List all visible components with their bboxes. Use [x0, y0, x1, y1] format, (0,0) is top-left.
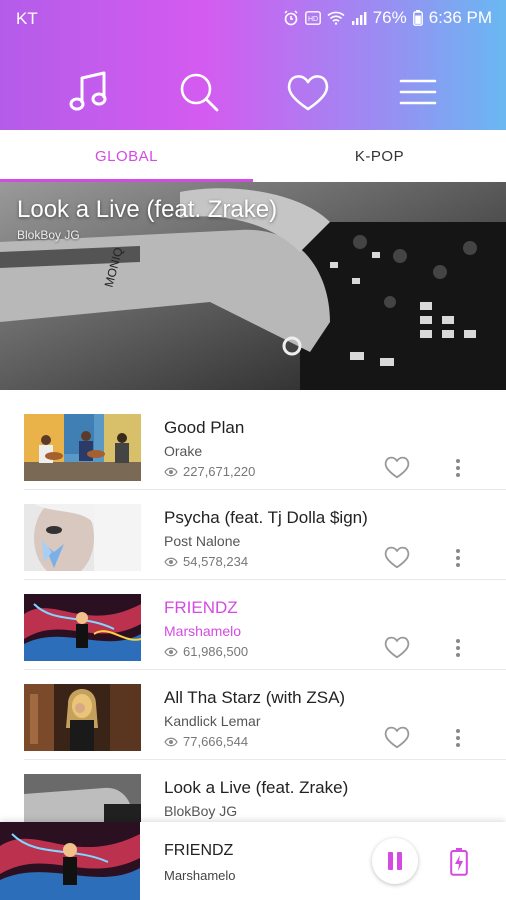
pause-button[interactable]	[372, 838, 418, 884]
top-navigation	[0, 64, 506, 120]
view-count: 54,578,234	[164, 554, 248, 569]
signal-icon	[351, 12, 367, 25]
battery-icon	[412, 10, 423, 26]
alarm-icon	[284, 10, 298, 26]
wifi-icon	[327, 11, 345, 25]
like-button[interactable]	[382, 542, 412, 572]
view-count-value: 77,666,544	[183, 734, 249, 749]
menu-icon	[399, 79, 437, 105]
song-title: Good Plan	[164, 418, 245, 437]
like-button[interactable]	[382, 452, 412, 482]
song-artist: Post Nalone	[164, 533, 241, 549]
app-header: KT HD 76% 6:36 PM	[0, 0, 506, 130]
battery-charge-icon	[450, 848, 468, 876]
eye-icon	[164, 647, 178, 656]
view-count-value: 54,578,234	[183, 554, 249, 569]
view-count-value: 61,986,500	[183, 644, 249, 659]
list-item[interactable]: All Tha Starz (with ZSA) Kandlick Lemar …	[0, 670, 506, 760]
song-artist: Orake	[164, 443, 203, 459]
featured-artist: BlokBoy JG	[17, 228, 80, 242]
like-button[interactable]	[382, 632, 412, 662]
more-options-button[interactable]	[448, 636, 468, 660]
music-note-icon	[69, 71, 107, 111]
pause-icon	[388, 852, 402, 870]
song-artist: Kandlick Lemar	[164, 713, 261, 729]
eye-icon	[164, 557, 178, 566]
heart-outline-icon	[384, 456, 410, 479]
song-artist: Marshamelo	[164, 623, 242, 639]
hd-icon: HD	[304, 11, 321, 25]
song-title: All Tha Starz (with ZSA)	[164, 688, 346, 707]
eye-icon	[164, 467, 178, 476]
status-icons: HD 76% 6:36 PM	[283, 8, 492, 28]
list-item[interactable]: Psycha (feat. Tj Dolla $ign) Post Nalone…	[0, 490, 506, 580]
now-playing-title: FRIENDZ	[164, 842, 234, 859]
view-count-value: 227,671,220	[183, 464, 256, 479]
tab-global[interactable]: GLOBAL	[0, 130, 253, 182]
song-thumbnail	[24, 504, 141, 571]
song-title: FRIENDZ	[164, 598, 238, 617]
tab-kpop[interactable]: K-POP	[253, 130, 506, 182]
song-thumbnail	[24, 684, 141, 751]
song-thumbnail	[24, 594, 141, 661]
list-item[interactable]: FRIENDZ Marshamelo 61,986,500	[0, 580, 506, 670]
more-vertical-icon	[456, 729, 460, 747]
tab-bar: GLOBAL K-POP	[0, 130, 506, 182]
song-artist: BlokBoy JG	[164, 803, 238, 819]
status-bar: KT HD 76% 6:36 PM	[0, 0, 506, 36]
featured-banner[interactable]: MONIQ Look a Live (feat. Zrake) BlokBoy …	[0, 182, 506, 390]
heart-icon	[287, 75, 329, 111]
more-options-button[interactable]	[448, 456, 468, 480]
song-title: Look a Live (feat. Zrake)	[164, 778, 349, 797]
mini-player[interactable]: FRIENDZ Marshamelo	[0, 822, 506, 900]
heart-outline-icon	[384, 636, 410, 659]
heart-outline-icon	[384, 546, 410, 569]
clock: 6:36 PM	[428, 8, 492, 27]
more-options-button[interactable]	[448, 546, 468, 570]
more-options-button[interactable]	[448, 726, 468, 750]
eye-icon	[164, 737, 178, 746]
view-count: 61,986,500	[164, 644, 248, 659]
svg-text:HD: HD	[308, 16, 318, 23]
more-vertical-icon	[456, 549, 460, 567]
search-icon	[180, 73, 219, 112]
now-playing-thumbnail	[0, 822, 140, 900]
song-thumbnail	[24, 414, 141, 481]
like-button[interactable]	[382, 722, 412, 752]
view-count: 227,671,220	[164, 464, 255, 479]
nav-search-button[interactable]	[171, 64, 227, 120]
now-playing-artist: Marshamelo	[164, 868, 236, 883]
heart-outline-icon	[384, 726, 410, 749]
carrier-label: KT	[16, 9, 38, 28]
more-vertical-icon	[456, 639, 460, 657]
featured-title: Look a Live (feat. Zrake)	[17, 196, 278, 223]
view-count: 77,666,544	[164, 734, 248, 749]
nav-music-button[interactable]	[61, 64, 117, 120]
power-saving-button[interactable]	[446, 846, 472, 878]
song-title: Psycha (feat. Tj Dolla $ign)	[164, 508, 368, 527]
nav-menu-button[interactable]	[390, 64, 446, 120]
nav-favorites-button[interactable]	[280, 64, 336, 120]
more-vertical-icon	[456, 459, 460, 477]
battery-level: 76%	[372, 8, 407, 27]
list-item[interactable]: Good Plan Orake 227,671,220	[0, 400, 506, 490]
